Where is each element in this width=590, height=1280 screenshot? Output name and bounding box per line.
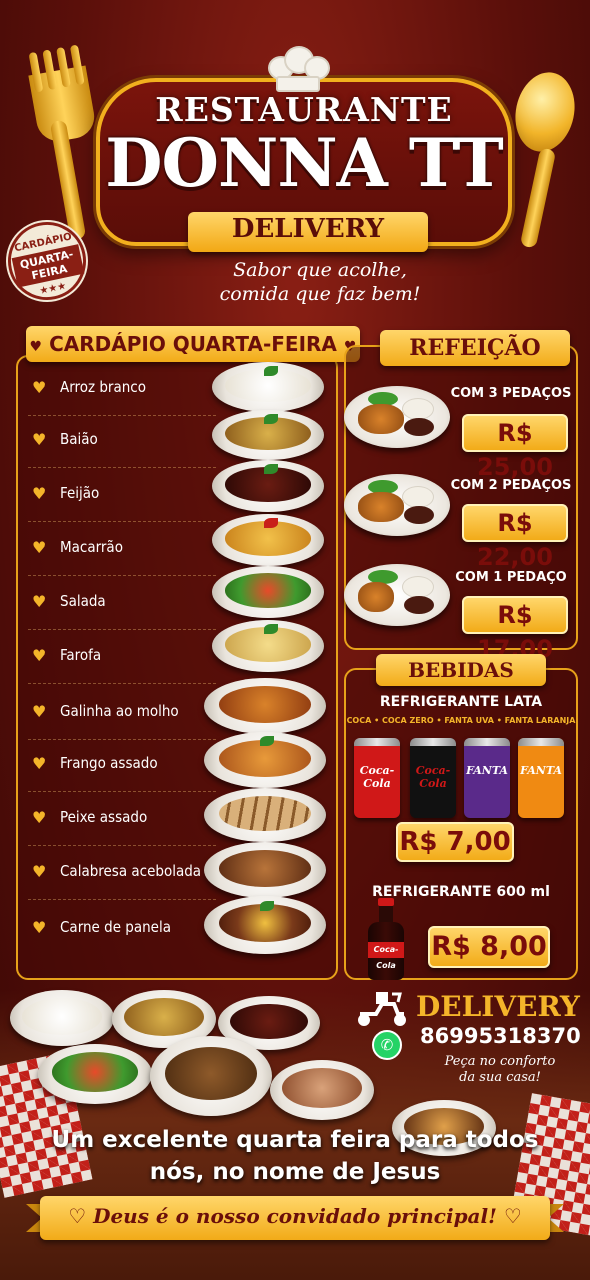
delivery-title: DELIVERY xyxy=(416,990,580,1023)
menu-item: ♥ Baião xyxy=(28,414,216,468)
meal-option-label: COM 2 PEDAÇOS xyxy=(450,478,572,493)
blessing-text: Um excelente quarta feira para todos nós… xyxy=(20,1124,570,1188)
menu-item-label: Salada xyxy=(60,592,106,610)
heart-icon: ♥ xyxy=(32,808,47,827)
bottle-price: R$ 8,00 xyxy=(428,926,550,968)
can-title: REFRIGERANTE LATA xyxy=(379,694,543,710)
salad-bowl-image xyxy=(212,566,324,618)
menu-item-label: Frango assado xyxy=(60,754,158,772)
farofa-bowl-image xyxy=(212,620,324,672)
menu-item-label: Baião xyxy=(60,430,98,448)
heart-icon: ♥ xyxy=(32,592,47,611)
fish-bowl-image xyxy=(204,788,326,842)
salad-bowl-image xyxy=(38,1044,152,1104)
heart-icon: ♥ xyxy=(32,378,47,397)
heart-icon: ♥ xyxy=(32,862,47,881)
baiao-bowl-image xyxy=(212,410,324,460)
meal-plate-image xyxy=(344,474,450,536)
meal-plate-image xyxy=(344,386,450,448)
meal-header: REFEIÇÃO xyxy=(380,330,570,366)
can-label: Coca-Cola xyxy=(359,764,395,790)
menu-item: ♥ Peixe assado xyxy=(28,792,216,846)
heart-icon: ♡ xyxy=(68,1204,94,1228)
coca-cola-can-image: Coca-Cola xyxy=(354,738,400,818)
fish-bowl-image xyxy=(270,1060,374,1120)
menu-item-label: Farofa xyxy=(60,646,102,664)
menu-item: ♥ Galinha ao molho xyxy=(28,686,216,740)
phone-number[interactable]: 86995318370 xyxy=(420,1024,581,1048)
menu-item: ♥ Arroz branco xyxy=(28,362,216,416)
menu-item: ♥ Frango assado xyxy=(28,738,216,792)
meal-option-label: COM 3 PEDAÇOS xyxy=(450,386,572,401)
fanta-uva-can-image: FANTA xyxy=(464,738,510,818)
beef-bowl-image xyxy=(150,1036,272,1116)
can-label: FANTA xyxy=(466,764,508,777)
footer-ribbon-label: ♡ Deus é o nosso convidado principal! ♡ xyxy=(40,1204,550,1228)
can-label: Coca-Cola xyxy=(415,764,451,790)
heart-icon: ♡ xyxy=(496,1204,522,1228)
can-brands: COCA • COCA ZERO • FANTA UVA • FANTA LAR… xyxy=(346,716,576,725)
menu-item-label: Peixe assado xyxy=(60,808,148,826)
chef-hat-icon xyxy=(266,46,330,94)
tagline: Sabor que acolhe, comida que faz bem! xyxy=(190,258,450,306)
chicken-sauce-bowl-image xyxy=(204,678,326,734)
pasta-bowl-image xyxy=(212,514,324,566)
heart-icon: ♥ xyxy=(32,538,47,557)
menu-item-label: Galinha ao molho xyxy=(60,702,179,720)
coca-zero-can-image: Coca-Cola xyxy=(410,738,456,818)
beans-bowl-image xyxy=(212,460,324,512)
beef-stew-bowl-image xyxy=(204,896,326,954)
blessing-line-1: Um excelente quarta feira para todos xyxy=(51,1127,539,1153)
menu-header: ♥ CARDÁPIO QUARTA-FEIRA ♥ xyxy=(26,326,360,362)
delivery-note-line-2: da sua casa! xyxy=(459,1070,541,1085)
heart-icon: ♥ xyxy=(29,339,43,355)
rice-bowl-image xyxy=(10,990,114,1046)
menu-item: ♥ Calabresa acebolada xyxy=(28,846,216,900)
tagline-line-1: Sabor que acolhe, xyxy=(233,259,407,281)
drinks-header: BEBIDAS xyxy=(376,654,546,686)
menu-item-label: Feijão xyxy=(60,484,100,502)
menu-item: ♥ Farofa xyxy=(28,630,216,684)
restaurant-name: DONNA TT xyxy=(105,124,503,202)
blessing-line-2: nós, no nome de Jesus xyxy=(149,1159,441,1185)
meal-plate-image xyxy=(344,564,450,626)
roast-chicken-bowl-image xyxy=(204,732,326,788)
meal-option-price: R$ 25,00 xyxy=(462,414,568,481)
delivery-ribbon-label: DELIVERY xyxy=(231,214,385,244)
menu-item: ♥ Carne de panela xyxy=(28,902,216,956)
delivery-note-line-1: Peça no conforto xyxy=(444,1054,556,1069)
menu-item: ♥ Salada xyxy=(28,576,216,630)
delivery-note: Peça no conforto da sua casa! xyxy=(420,1054,580,1086)
heart-icon: ♥ xyxy=(32,918,47,937)
heart-icon: ♥ xyxy=(32,484,47,503)
meal-option-price: R$ 17,00 xyxy=(462,596,568,663)
calabresa-bowl-image xyxy=(204,842,326,898)
footer-ribbon-text: Deus é o nosso convidado principal! xyxy=(93,1204,497,1228)
menu-item-label: Calabresa acebolada xyxy=(60,862,202,880)
tagline-line-2: comida que faz bem! xyxy=(219,283,421,305)
menu-header-label: CARDÁPIO QUARTA-FEIRA xyxy=(49,332,337,356)
heart-icon: ♥ xyxy=(32,754,47,773)
whatsapp-icon: ✆ xyxy=(372,1030,402,1060)
meal-option-price: R$ 22,00 xyxy=(462,504,568,571)
heart-icon: ♥ xyxy=(32,702,47,721)
bottle-label: Coca-Cola xyxy=(368,942,404,970)
heart-icon: ♥ xyxy=(32,646,47,665)
menu-item: ♥ Macarrão xyxy=(28,522,216,576)
can-price: R$ 7,00 xyxy=(396,822,514,862)
menu-item-label: Macarrão xyxy=(60,538,123,556)
menu-item-label: Arroz branco xyxy=(60,378,146,396)
coca-cola-bottle-image: Coca-Cola xyxy=(366,898,406,980)
meal-option-label: COM 1 PEDAÇO xyxy=(455,570,567,585)
heart-icon: ♥ xyxy=(32,430,47,449)
ribbon-tail-right xyxy=(548,1204,564,1232)
scooter-icon xyxy=(358,992,406,1026)
menu-item: ♥ Feijão xyxy=(28,468,216,522)
menu-item-label: Carne de panela xyxy=(60,918,171,936)
can-label: FANTA xyxy=(520,764,562,777)
rice-bowl-image xyxy=(212,362,324,412)
fanta-laranja-can-image: FANTA xyxy=(518,738,564,818)
